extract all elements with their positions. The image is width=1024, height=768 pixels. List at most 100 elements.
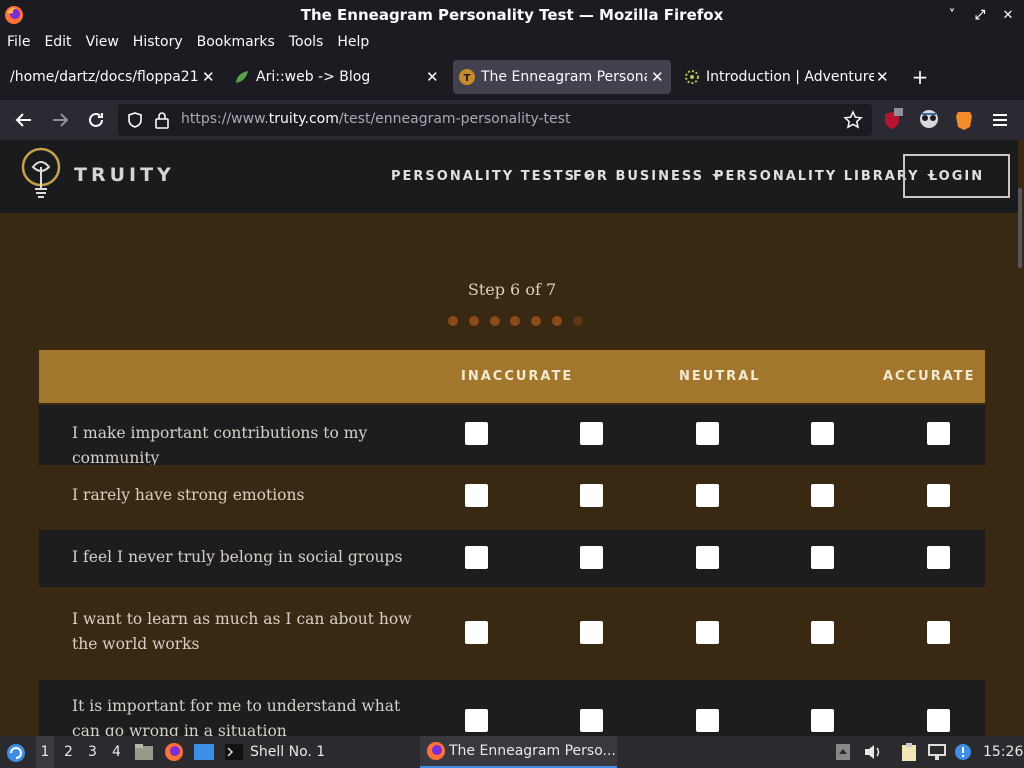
minimize-button[interactable]: ˅: [944, 8, 960, 23]
question-row: I make important contributions to my com…: [39, 405, 985, 467]
privacy-badger-icon[interactable]: [918, 108, 940, 130]
tab-enneagram[interactable]: T The Enneagram Personal ✕: [453, 60, 671, 94]
answer-checkbox-1[interactable]: [465, 484, 488, 507]
ublock-extension-icon[interactable]: [882, 106, 904, 132]
workspace-2[interactable]: 2: [64, 736, 73, 768]
url-bar[interactable]: https://www.truity.com/test/enneagram-pe…: [118, 104, 872, 136]
close-window-button[interactable]: ✕: [1000, 8, 1016, 23]
menu-edit[interactable]: Edit: [44, 34, 71, 50]
reload-button[interactable]: [84, 108, 108, 132]
progress-dot: [552, 316, 562, 326]
brave-lion-icon[interactable]: [954, 109, 974, 131]
taskbar-firefox-window[interactable]: The Enneagram Perso...: [420, 736, 617, 768]
truity-lightbulb-logo[interactable]: [20, 147, 62, 201]
close-tab-icon[interactable]: ✕: [426, 68, 439, 86]
answer-checkbox-5[interactable]: [927, 546, 950, 569]
answer-checkbox-4[interactable]: [811, 709, 834, 732]
tab-bar: /home/dartz/docs/floppa21.h ✕ Ari::web -…: [0, 58, 1024, 96]
answer-checkbox-1[interactable]: [465, 621, 488, 644]
menu-history[interactable]: History: [133, 34, 183, 50]
answer-checkbox-3[interactable]: [696, 422, 719, 445]
clock[interactable]: 15:26: [983, 736, 1023, 768]
answer-checkbox-4[interactable]: [811, 422, 834, 445]
terminal-icon: [225, 744, 243, 760]
tab-introduction[interactable]: Introduction | Adventure ✕: [678, 60, 896, 94]
answer-checkbox-3[interactable]: [696, 621, 719, 644]
taskbar-shell-label: Shell No. 1: [250, 744, 326, 760]
answer-checkbox-1[interactable]: [465, 546, 488, 569]
nav-for-business[interactable]: FOR BUSINESS: [573, 169, 721, 184]
menu-bookmarks[interactable]: Bookmarks: [197, 34, 275, 50]
notification-icon[interactable]: [953, 742, 973, 762]
close-tab-icon[interactable]: ✕: [876, 68, 889, 86]
menu-file[interactable]: File: [7, 34, 30, 50]
firefox-icon: [5, 6, 23, 24]
network-icon[interactable]: [927, 743, 947, 761]
nav-personality-tests[interactable]: PERSONALITY TESTS: [391, 169, 593, 184]
back-button[interactable]: [12, 108, 36, 132]
question-row: I want to learn as much as I can about h…: [39, 587, 985, 679]
site-logo-text[interactable]: TRUITY: [74, 164, 175, 186]
clock-time: 15:26: [983, 744, 1024, 760]
nav-label: PERSONALITY LIBRARY: [714, 169, 920, 184]
answer-checkbox-2[interactable]: [580, 546, 603, 569]
desktop-icon[interactable]: [193, 743, 215, 761]
menu-tools[interactable]: Tools: [289, 34, 324, 50]
answer-checkbox-3[interactable]: [696, 546, 719, 569]
answer-checkbox-5[interactable]: [927, 422, 950, 445]
tray-up-arrow-icon[interactable]: [835, 743, 851, 761]
tab-ariweb-blog[interactable]: Ari::web -> Blog ✕: [228, 60, 446, 94]
taskbar-shell-window[interactable]: Shell No. 1: [224, 736, 325, 768]
workspace-1[interactable]: 1: [36, 736, 54, 768]
answer-checkbox-2[interactable]: [580, 709, 603, 732]
tab-title: /home/dartz/docs/floppa21.h: [10, 69, 198, 85]
tab-floppa[interactable]: /home/dartz/docs/floppa21.h ✕: [4, 60, 222, 94]
maximize-button[interactable]: ⤢: [972, 8, 988, 23]
answer-checkbox-1[interactable]: [465, 709, 488, 732]
new-tab-button[interactable]: +: [910, 66, 930, 88]
question-row: I rarely have strong emotions: [39, 465, 985, 529]
menu-view[interactable]: View: [86, 34, 119, 50]
menu-help[interactable]: Help: [337, 34, 369, 50]
hamburger-menu-icon[interactable]: [990, 109, 1010, 131]
close-tab-icon[interactable]: ✕: [651, 68, 664, 86]
answer-checkbox-1[interactable]: [465, 422, 488, 445]
leaf-icon: [236, 71, 248, 83]
answer-checkbox-5[interactable]: [927, 709, 950, 732]
window-titlebar: The Enneagram Personality Test — Mozilla…: [0, 0, 1024, 30]
answer-checkbox-4[interactable]: [811, 621, 834, 644]
progress-dot: [531, 316, 542, 326]
answer-checkbox-2[interactable]: [580, 621, 603, 644]
volume-icon[interactable]: [863, 743, 883, 761]
shield-icon[interactable]: [126, 111, 144, 129]
taskbar-window-label: The Enneagram Perso...: [449, 743, 616, 759]
url-text[interactable]: https://www.truity.com/test/enneagram-pe…: [181, 111, 570, 127]
navigation-bar: https://www.truity.com/test/enneagram-pe…: [0, 100, 1024, 140]
answer-checkbox-5[interactable]: [927, 621, 950, 644]
login-button[interactable]: LOGIN: [903, 154, 1010, 198]
bookmark-star-icon[interactable]: [843, 110, 863, 130]
file-manager-icon[interactable]: [134, 743, 154, 761]
step-indicator: Step 6 of 7: [467, 280, 557, 299]
firefox-launcher-icon[interactable]: [164, 742, 184, 762]
clipboard-icon[interactable]: [899, 742, 919, 762]
answer-checkbox-3[interactable]: [696, 709, 719, 732]
question-text: It is important for me to understand wha…: [72, 697, 401, 736]
scale-label-inaccurate: INACCURATE: [461, 369, 574, 384]
question-row: It is important for me to understand wha…: [39, 680, 985, 736]
workspace-label: 1: [40, 744, 50, 760]
start-menu-icon[interactable]: [5, 742, 27, 764]
close-tab-icon[interactable]: ✕: [202, 68, 215, 86]
answer-checkbox-2[interactable]: [580, 422, 603, 445]
workspace-4[interactable]: 4: [112, 736, 121, 768]
answer-checkbox-3[interactable]: [696, 484, 719, 507]
answer-checkbox-5[interactable]: [927, 484, 950, 507]
answer-checkbox-4[interactable]: [811, 484, 834, 507]
answer-checkbox-2[interactable]: [580, 484, 603, 507]
page-scrollbar[interactable]: [1018, 188, 1022, 268]
answer-checkbox-4[interactable]: [811, 546, 834, 569]
url-prefix: https://www.: [181, 111, 269, 127]
forward-button[interactable]: [48, 108, 72, 132]
workspace-3[interactable]: 3: [88, 736, 97, 768]
lock-icon[interactable]: [154, 111, 170, 129]
